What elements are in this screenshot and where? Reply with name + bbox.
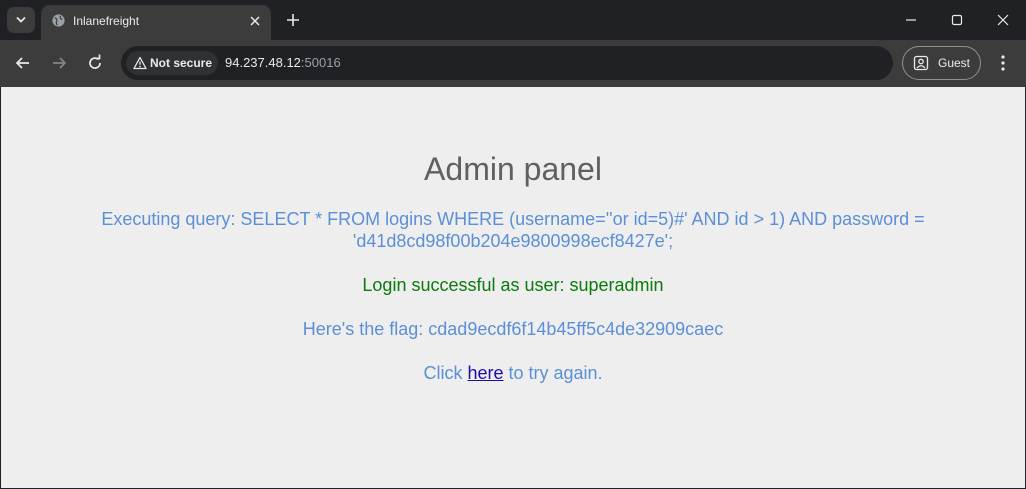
flag-text: Here's the flag: cdad9ecdf6f14b45ff5c4de… [302, 319, 724, 339]
try-again-prefix: Click [423, 363, 468, 383]
maximize-button[interactable] [933, 0, 979, 40]
close-icon [997, 14, 1009, 26]
try-again-link[interactable]: here [467, 363, 503, 383]
page-title: Admin panel [424, 151, 602, 187]
tab-strip: Inlanefreight [0, 0, 1026, 40]
minimize-button[interactable] [887, 0, 933, 40]
try-again-suffix: to try again. [503, 363, 603, 383]
address-bar[interactable]: Not secure 94.237.48.12:50016 [121, 46, 893, 80]
url-text[interactable]: 94.237.48.12:50016 [225, 55, 341, 70]
close-icon[interactable] [247, 13, 263, 29]
plus-icon[interactable] [284, 11, 302, 29]
login-success-text: Login successful as user: superadmin [362, 275, 664, 295]
profile-button[interactable]: Guest [902, 46, 981, 80]
browser-toolbar: Not secure 94.237.48.12:50016 Guest [0, 40, 1026, 87]
query-text: Executing query: SELECT * FROM logins WH… [101, 209, 925, 251]
reload-icon[interactable] [85, 53, 105, 73]
close-window-button[interactable] [979, 0, 1025, 40]
minimize-icon [906, 19, 916, 21]
kebab-menu-icon[interactable] [994, 53, 1012, 73]
maximize-icon [951, 14, 963, 26]
arrow-right-icon[interactable] [49, 53, 69, 73]
try-again-text: Click here to try again. [1, 363, 1025, 384]
tab-title: Inlanefreight [73, 14, 140, 28]
security-label: Not secure [150, 56, 213, 70]
browser-tab[interactable]: Inlanefreight [41, 5, 271, 40]
warning-icon [133, 56, 147, 70]
security-pill[interactable]: Not secure [126, 51, 218, 75]
url-host: 94.237.48.12 [225, 55, 301, 70]
profile-label: Guest [938, 56, 971, 70]
url-port: :50016 [300, 55, 341, 70]
page-viewport: Admin panel Executing query: SELECT * FR… [1, 87, 1025, 488]
tab-search-button[interactable] [7, 7, 35, 33]
chevron-down-icon [16, 16, 26, 23]
arrow-left-icon[interactable] [13, 53, 33, 73]
globe-icon [52, 14, 65, 27]
person-icon [913, 55, 929, 71]
